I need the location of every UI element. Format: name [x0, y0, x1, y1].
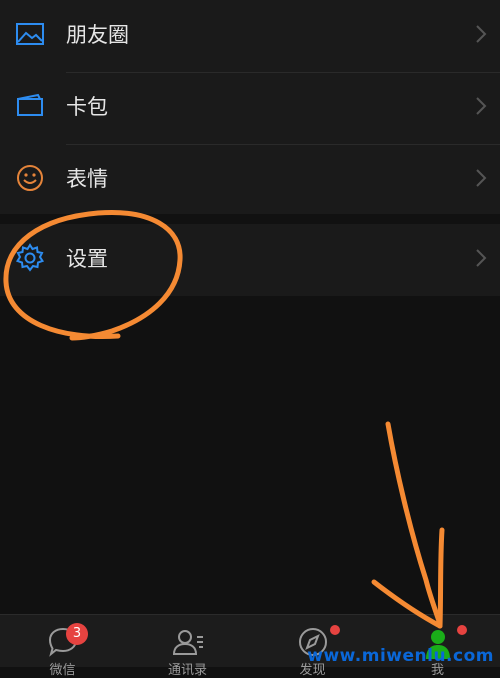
new-dot [330, 625, 340, 635]
contacts-icon [172, 630, 203, 655]
menu-item-card-wallet[interactable]: 卡包 [0, 72, 500, 144]
tab-label: 通讯录 [167, 663, 207, 678]
annotation-arrow-head-right [437, 527, 445, 629]
menu-item-moments[interactable]: 朋友圈 [0, 0, 500, 72]
smiley-icon [17, 165, 43, 191]
chevron-right-icon [476, 25, 487, 43]
tab-contacts[interactable]: 通讯录 [125, 615, 250, 678]
chevron-right-icon [476, 97, 487, 115]
menu-group-main: 朋友圈 卡包 表情 [0, 0, 500, 214]
menu-item-label: 卡包 [66, 95, 108, 119]
new-dot [457, 625, 467, 635]
card-wallet-icon [17, 93, 43, 116]
chevron-right-icon [476, 249, 487, 267]
menu-item-label: 朋友圈 [66, 23, 129, 47]
tab-label: 微信 [49, 663, 76, 678]
menu-group-settings: 设置 [0, 224, 500, 296]
watermark: www.miwenlu.com [307, 646, 494, 666]
menu-item-label: 设置 [66, 247, 108, 271]
annotation-arrow-shaft [385, 421, 443, 627]
tab-chats[interactable]: 3 微信 [0, 615, 125, 678]
menu-item-label: 表情 [66, 167, 108, 191]
unread-badge: 3 [66, 623, 88, 645]
menu-item-stickers[interactable]: 表情 [0, 144, 500, 216]
gear-icon [15, 243, 45, 272]
moments-icon [16, 23, 44, 45]
chevron-right-icon [476, 169, 487, 187]
menu-item-settings[interactable]: 设置 [0, 224, 500, 296]
